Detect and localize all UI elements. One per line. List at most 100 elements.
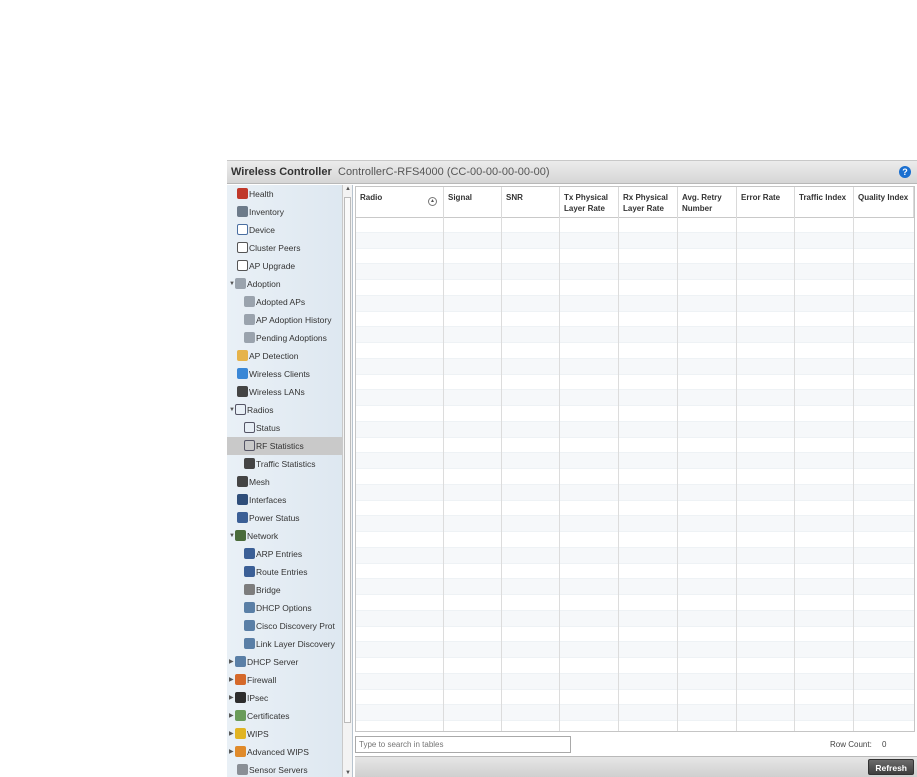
sidebar-item-bridge[interactable]: Bridge	[227, 581, 342, 599]
sidebar-item-label: Device	[249, 225, 275, 235]
table-row	[356, 658, 914, 674]
table-row	[356, 280, 914, 296]
column-header-quality-index[interactable]: Quality Index	[854, 187, 914, 217]
column-label: Quality Index	[858, 193, 909, 202]
sidebar-item-wireless-clients[interactable]: Wireless Clients	[227, 365, 342, 383]
sidebar-item-power-status[interactable]: Power Status	[227, 509, 342, 527]
radio-icon	[235, 404, 246, 415]
scroll-down-icon[interactable]: ▼	[344, 770, 352, 776]
sidebar-item-label: WIPS	[247, 729, 269, 739]
wlan-icon	[237, 386, 248, 397]
ipsec-icon	[235, 692, 246, 703]
sidebar-item-status[interactable]: Status	[227, 419, 342, 437]
power-icon	[237, 512, 248, 523]
sidebar-item-dhcp-options[interactable]: DHCP Options	[227, 599, 342, 617]
sidebar-item-label: Power Status	[249, 513, 300, 523]
column-header-snr[interactable]: SNR	[502, 187, 560, 217]
sidebar-scrollbar[interactable]: ▲ ▼	[342, 185, 352, 777]
cluster-icon	[237, 242, 248, 253]
sidebar-item-radios[interactable]: ▼ Radios	[227, 401, 342, 419]
table-row	[356, 610, 914, 627]
sidebar-item-label: DHCP Options	[256, 603, 312, 613]
sidebar-item-ap-detection[interactable]: AP Detection	[227, 347, 342, 365]
help-icon[interactable]: ?	[899, 166, 911, 178]
column-header-signal[interactable]: Signal	[444, 187, 502, 217]
sidebar-item-firewall[interactable]: ▶ Firewall	[227, 671, 342, 689]
sidebar-item-adopted-aps[interactable]: Adopted APs	[227, 293, 342, 311]
sidebar-item-label: AP Adoption History	[256, 315, 332, 325]
radio-icon	[244, 422, 255, 433]
sidebar-item-dhcp-server[interactable]: ▶ DHCP Server	[227, 653, 342, 671]
sidebar-item-wireless-lans[interactable]: Wireless LANs	[227, 383, 342, 401]
sidebar-item-advanced-wips[interactable]: ▶ Advanced WIPS	[227, 743, 342, 761]
column-label: Rx Physical Layer Rate	[623, 193, 668, 213]
dhcp-icon	[244, 620, 255, 631]
sidebar-item-inventory[interactable]: Inventory	[227, 203, 342, 221]
column-header-radio[interactable]: Radio ▲	[356, 187, 444, 217]
ap-detection-icon	[237, 350, 248, 361]
interfaces-icon	[237, 494, 248, 505]
sidebar-item-link-layer-discovery[interactable]: Link Layer Discovery	[227, 635, 342, 653]
sidebar-item-wips[interactable]: ▶ WIPS	[227, 725, 342, 743]
column-label: Signal	[448, 193, 473, 202]
sidebar-item-label: Cluster Peers	[249, 243, 301, 253]
scrollbar-thumb[interactable]	[344, 197, 351, 723]
health-icon	[237, 188, 248, 199]
column-header-avg-retry-number[interactable]: Avg. Retry Number	[678, 187, 737, 217]
table-row	[356, 532, 914, 548]
sidebar-item-label: Network	[247, 531, 279, 541]
sidebar-item-ap-adoption-history[interactable]: AP Adoption History	[227, 311, 342, 329]
table-row	[356, 627, 914, 643]
column-header-traffic-index[interactable]: Traffic Index	[795, 187, 854, 217]
sidebar-item-arp-entries[interactable]: ARP Entries	[227, 545, 342, 563]
sidebar-item-ipsec[interactable]: ▶ IPsec	[227, 689, 342, 707]
certificate-icon	[235, 710, 246, 721]
sidebar-item-network[interactable]: ▼ Network	[227, 527, 342, 545]
scroll-up-icon[interactable]: ▲	[344, 186, 352, 192]
upgrade-icon	[237, 260, 248, 271]
route-icon	[244, 566, 255, 577]
sidebar-item-label: Traffic Statistics	[256, 459, 316, 469]
network-icon	[235, 530, 246, 541]
sidebar-item-mesh[interactable]: Mesh	[227, 473, 342, 491]
sidebar-item-traffic-statistics[interactable]: Traffic Statistics	[227, 455, 342, 473]
table-row	[356, 673, 914, 690]
sidebar-item-ap-upgrade[interactable]: AP Upgrade	[227, 257, 342, 275]
refresh-button[interactable]: Refresh	[868, 759, 914, 775]
table-row	[356, 579, 914, 595]
bridge-icon	[244, 584, 255, 595]
sidebar-item-label: Adoption	[247, 279, 281, 289]
column-header-rx-physical-layer-rate[interactable]: Rx Physical Layer Rate	[619, 187, 678, 217]
sidebar-item-label: Cisco Discovery Prot	[256, 621, 335, 631]
column-label: Error Rate	[741, 193, 781, 202]
controller-name: ControllerC-RFS4000 (CC-00-00-00-00-00)	[338, 166, 550, 178]
sidebar-item-sensor-servers[interactable]: Sensor Servers	[227, 761, 342, 777]
sidebar-item-label: ARP Entries	[256, 549, 303, 559]
sidebar-item-label: AP Detection	[249, 351, 299, 361]
column-label: Avg. Retry Number	[682, 193, 722, 213]
sidebar-item-label: Firewall	[247, 675, 277, 685]
dhcp-icon	[235, 656, 246, 667]
sidebar-item-health[interactable]: Health	[227, 185, 342, 203]
sidebar-item-pending-adoptions[interactable]: Pending Adoptions	[227, 329, 342, 347]
wips-icon	[235, 728, 246, 739]
sidebar-item-cluster-peers[interactable]: Cluster Peers	[227, 239, 342, 257]
sidebar-item-route-entries[interactable]: Route Entries	[227, 563, 342, 581]
table-row	[356, 327, 914, 343]
column-header-tx-physical-layer-rate[interactable]: Tx Physical Layer Rate	[560, 187, 619, 217]
firewall-icon	[235, 674, 246, 685]
sidebar-item-certificates[interactable]: ▶ Certificates	[227, 707, 342, 725]
table-row	[356, 249, 914, 265]
sort-icon[interactable]: ▲	[428, 197, 437, 206]
sidebar-item-interfaces[interactable]: Interfaces	[227, 491, 342, 509]
sidebar-item-adoption[interactable]: ▼ Adoption	[227, 275, 342, 293]
sidebar-item-device[interactable]: Device	[227, 221, 342, 239]
dhcp-icon	[244, 638, 255, 649]
column-header-error-rate[interactable]: Error Rate	[737, 187, 795, 217]
table-row	[356, 295, 914, 312]
sidebar-item-cisco-discovery-prot[interactable]: Cisco Discovery Prot	[227, 617, 342, 635]
arp-icon	[244, 548, 255, 559]
sidebar-item-rf-statistics[interactable]: RF Statistics	[227, 437, 342, 455]
search-input[interactable]	[355, 736, 571, 753]
column-label: Traffic Index	[799, 193, 847, 202]
